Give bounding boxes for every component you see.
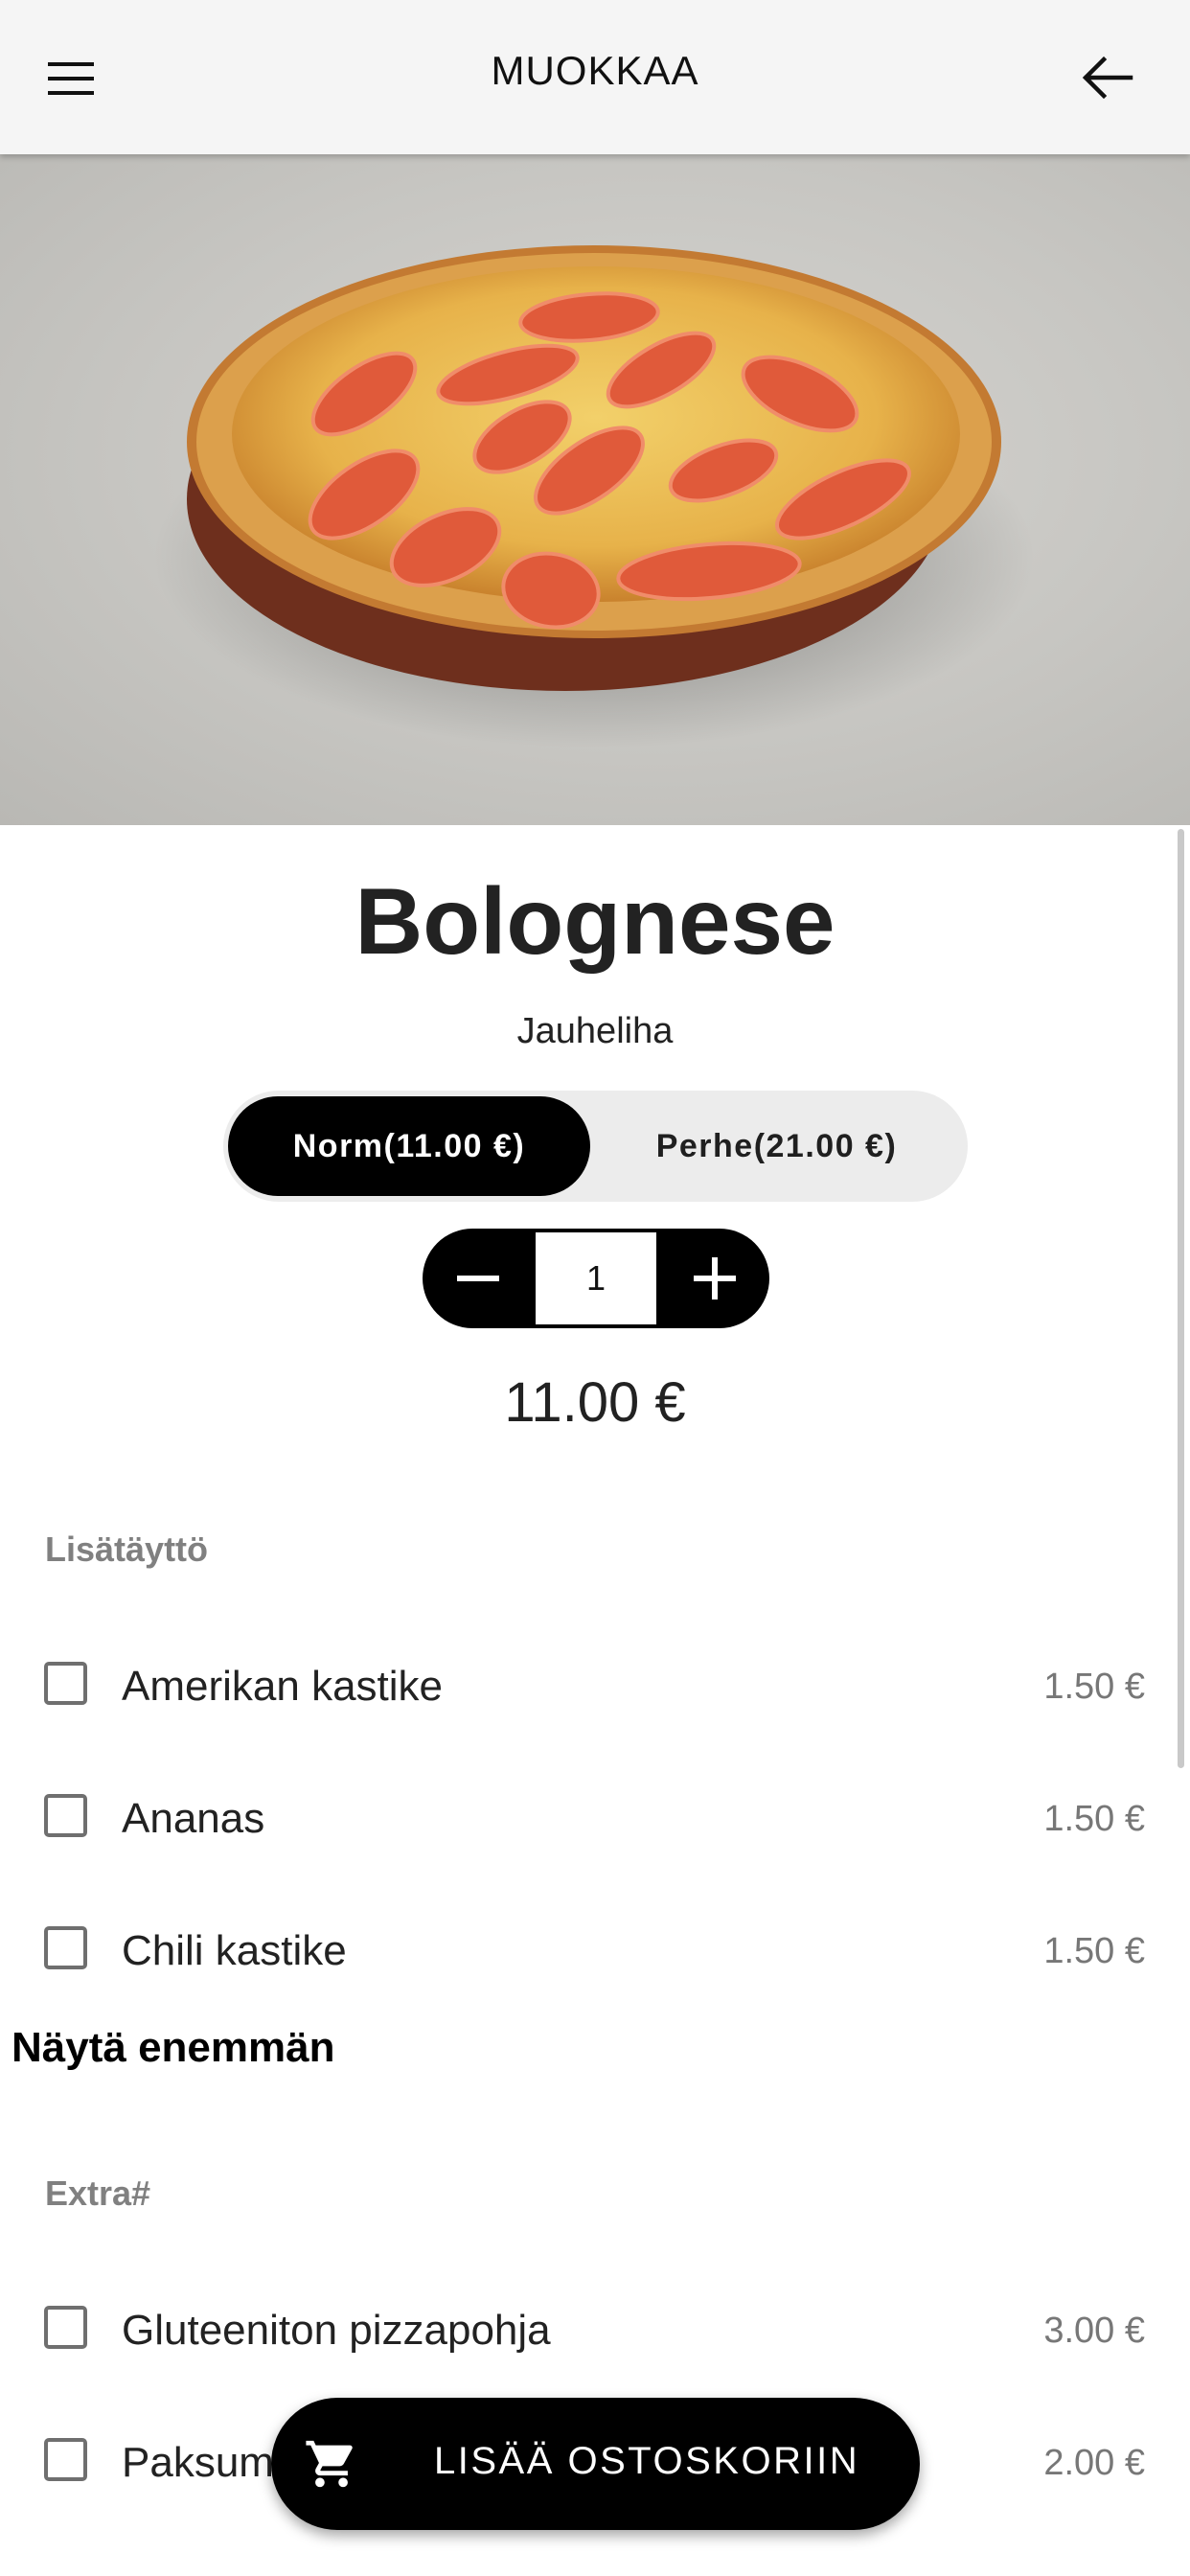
option-row[interactable]: Ananas 1.50 € [0, 1768, 1190, 1864]
size-option-norm[interactable]: Norm(11.00 €) [228, 1096, 590, 1196]
option-row[interactable]: Amerikan kastike 1.50 € [0, 1636, 1190, 1732]
page-title: MUOKKAA [491, 48, 699, 93]
option-label: Paksum [122, 2439, 274, 2486]
add-to-cart-button[interactable]: LISÄÄ OSTOSKORIIN [271, 2398, 920, 2530]
option-checkbox[interactable] [44, 2306, 87, 2349]
option-label: Amerikan kastike [122, 1663, 444, 1710]
option-price: 3.00 € [1043, 2311, 1145, 2351]
product-name: Bolognese [355, 868, 835, 974]
decrease-quantity-button[interactable] [423, 1229, 532, 1328]
option-label: Chili kastike [122, 1927, 347, 1974]
option-price: 1.50 € [1043, 1667, 1145, 1707]
quantity-input[interactable]: 1 [536, 1232, 656, 1324]
section-title-extra: Extra# [45, 2174, 151, 2213]
option-label: Ananas [122, 1795, 265, 1842]
increase-quantity-button[interactable] [660, 1229, 769, 1328]
add-to-cart-label: LISÄÄ OSTOSKORIIN [434, 2440, 860, 2482]
plus-icon [694, 1257, 736, 1300]
product-description: Jauheliha [516, 1011, 674, 1051]
shopping-cart-icon [302, 2436, 361, 2492]
total-price: 11.00 € [504, 1371, 686, 1434]
minus-icon [457, 1276, 499, 1281]
option-checkbox[interactable] [44, 1926, 87, 1969]
option-price: 2.00 € [1043, 2443, 1145, 2483]
option-checkbox[interactable] [44, 1794, 87, 1837]
app-bar: MUOKKAA [0, 0, 1190, 154]
arrow-left-icon[interactable] [1081, 54, 1134, 102]
product-image [0, 154, 1190, 825]
section-title-lisataytto: Lisätäyttö [45, 1530, 209, 1569]
option-price: 1.50 € [1043, 1931, 1145, 1971]
option-row[interactable]: Chili kastike 1.50 € [0, 1900, 1190, 1996]
size-selector: Norm(11.00 €) Perhe(21.00 €) [223, 1091, 968, 1202]
option-checkbox[interactable] [44, 1662, 87, 1705]
option-checkbox[interactable] [44, 2438, 87, 2481]
option-label: Gluteeniton pizzapohja [122, 2307, 551, 2354]
quantity-stepper: 1 [423, 1229, 769, 1328]
option-price: 1.50 € [1043, 1799, 1145, 1839]
size-option-perhe[interactable]: Perhe(21.00 €) [590, 1096, 963, 1196]
show-more-link[interactable]: Näytä enemmän [11, 2024, 334, 2072]
option-row[interactable]: Gluteeniton pizzapohja 3.00 € [0, 2280, 1190, 2376]
